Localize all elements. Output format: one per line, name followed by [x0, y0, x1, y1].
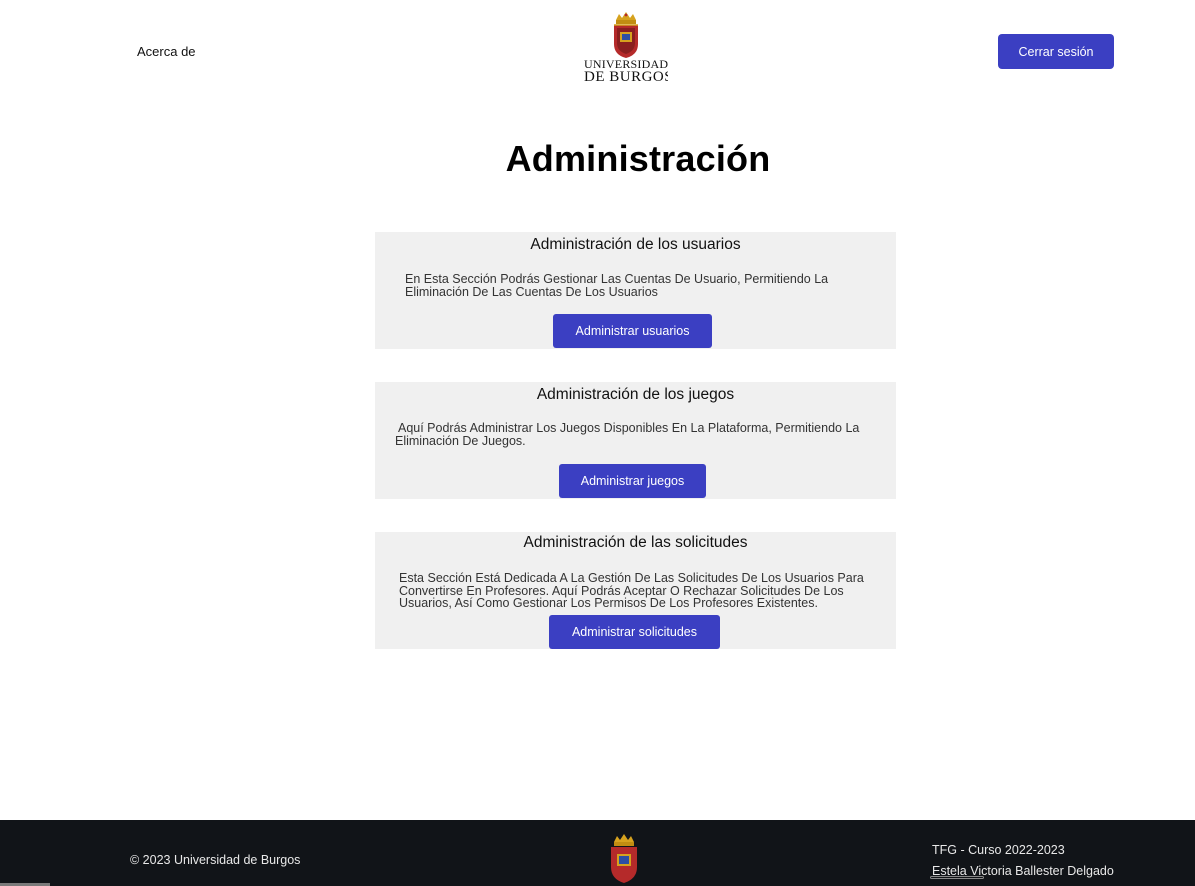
footer: © 2023 Universidad de Burgos TFG - Curso… — [0, 820, 1195, 886]
admin-requests-title: Administración de las solicitudes — [523, 534, 748, 551]
top-navbar: Acerca de UNIVERSIDAD DE BURGOS Cerrar s… — [0, 0, 1195, 100]
footer-course: TFG - Curso 2022-2023 — [932, 843, 1065, 857]
admin-games-card: Administración de los juegos Aquí Podrás… — [375, 382, 896, 499]
admin-requests-description: Esta Sección Está Dedicada A La Gestión … — [399, 571, 864, 610]
admin-users-button[interactable]: Administrar usuarios — [553, 314, 712, 348]
admin-games-title: Administración de los juegos — [536, 386, 735, 403]
admin-users-description: En Esta Sección Podrás Gestionar Las Cue… — [405, 272, 829, 299]
admin-users-title: Administración de los usuarios — [530, 236, 741, 253]
university-crest-icon — [611, 834, 637, 883]
page-title: Administración — [505, 138, 771, 179]
admin-games-description: Aquí Podrás Administrar Los Juegos Dispo… — [395, 421, 860, 448]
university-crest-icon — [614, 12, 638, 58]
logout-button[interactable]: Cerrar sesión — [998, 34, 1114, 69]
admin-requests-card: Administración de las solicitudes Esta S… — [375, 532, 896, 649]
logo-text-line2: DE BURGOS — [584, 71, 668, 84]
footer-underline — [930, 876, 984, 879]
footer-copyright: © 2023 Universidad de Burgos — [130, 853, 301, 867]
nav-link-about[interactable]: Acerca de — [137, 44, 196, 59]
admin-users-card: Administración de los usuarios En Esta S… — [375, 232, 896, 349]
logo-text-line1: UNIVERSIDAD — [584, 58, 668, 71]
admin-games-button[interactable]: Administrar juegos — [559, 464, 706, 498]
university-logo[interactable]: UNIVERSIDAD DE BURGOS — [584, 12, 668, 88]
admin-requests-button[interactable]: Administrar solicitudes — [549, 615, 720, 649]
